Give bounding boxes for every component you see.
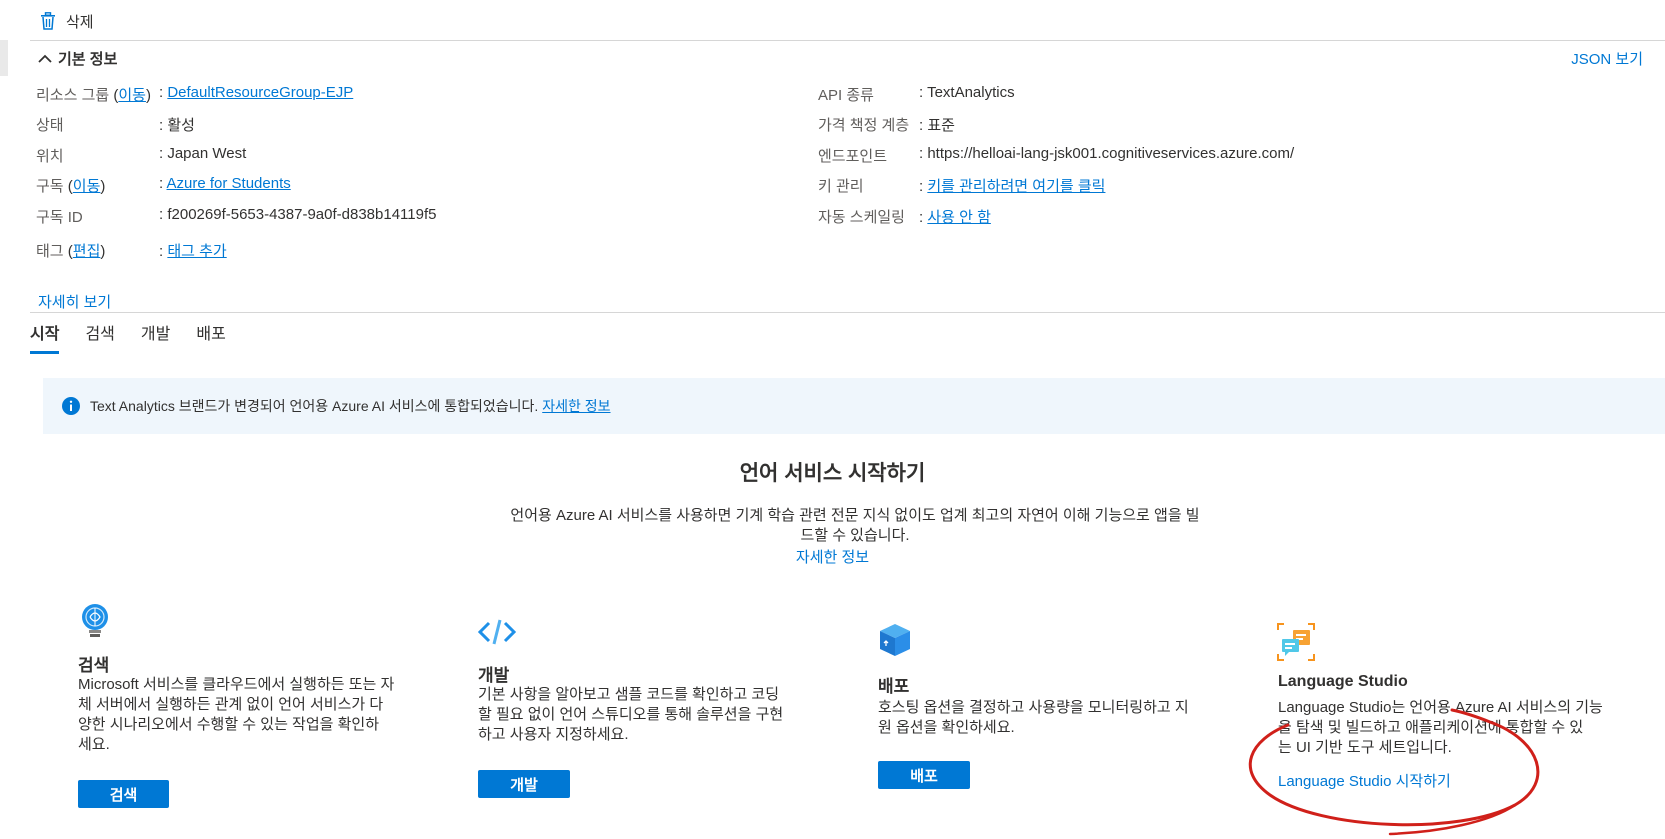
annotation-ellipse: [1240, 700, 1560, 839]
pricing-tier-label: 가격 책정 계층: [818, 117, 910, 134]
autoscale-link[interactable]: 사용 안 함: [927, 209, 991, 226]
subscription-move-link[interactable]: 이동: [73, 178, 101, 195]
left-scroll-strip: [0, 40, 8, 76]
card-deploy-title: 배포: [878, 677, 910, 696]
tab-develop[interactable]: 개발: [141, 320, 170, 354]
delete-button[interactable]: 삭제: [66, 11, 94, 32]
tags-label: 태그 (편집): [36, 243, 106, 260]
tab-get-started[interactable]: 시작: [30, 320, 60, 354]
deploy-box-icon: [878, 622, 912, 658]
subscription-value: : Azure for Students: [159, 175, 291, 192]
deploy-button[interactable]: 배포: [878, 761, 970, 789]
hero-description: 언어용 Azure AI 서비스를 사용하면 기계 학습 관련 전문 지식 없이…: [510, 507, 1200, 544]
resource-group-move-link[interactable]: 이동: [118, 87, 146, 104]
info-icon: [62, 397, 80, 415]
tab-deploy[interactable]: 배포: [196, 320, 225, 354]
autoscale-label: 자동 스케일링: [818, 209, 905, 226]
tags-edit-link[interactable]: 편집: [73, 243, 101, 260]
card-search-desc: Microsoft 서비스를 클라우드에서 실행하든 또는 자체 서버에서 실행…: [78, 676, 395, 753]
develop-button[interactable]: 개발: [478, 770, 570, 798]
card-develop-title: 개발: [478, 666, 510, 685]
resource-group-link[interactable]: DefaultResourceGroup-EJP: [167, 84, 353, 101]
language-studio-icon: [1277, 623, 1315, 661]
api-kind-label: API 종류: [818, 87, 874, 104]
manage-keys-link[interactable]: 키를 관리하려면 여기를 클릭: [927, 178, 1105, 195]
info-banner: Text Analytics 브랜드가 변경되어 언어용 Azure AI 서비…: [43, 378, 1665, 434]
tags-value: : 태그 추가: [159, 243, 227, 260]
essentials-divider: [30, 312, 1665, 313]
essentials-title: 기본 정보: [58, 51, 118, 68]
card-deploy-desc: 호스팅 옵션을 결정하고 사용량을 모니터링하고 지원 옵션을 확인하세요.: [878, 699, 1189, 736]
trash-icon[interactable]: [40, 12, 56, 30]
add-tag-link[interactable]: 태그 추가: [167, 243, 226, 260]
lightbulb-brain-icon: [80, 603, 110, 639]
tab-bar: 시작 검색 개발 배포: [30, 320, 226, 354]
hero-title: 언어 서비스 시작하기: [739, 462, 926, 485]
status-label: 상태: [36, 117, 64, 134]
card-search-title: 검색: [78, 656, 110, 675]
subscription-label: 구독 (이동): [36, 178, 106, 195]
key-mgmt-value: : 키를 관리하려면 여기를 클릭: [919, 178, 1106, 195]
tab-search[interactable]: 검색: [85, 320, 114, 354]
card-develop-desc: 기본 사항을 알아보고 샘플 코드를 확인하고 코딩 할 필요 없이 언어 스튜디…: [478, 686, 784, 743]
search-button[interactable]: 검색: [78, 780, 169, 808]
subscription-id-label: 구독 ID: [36, 209, 83, 226]
pricing-tier-value: : 표준: [919, 117, 955, 134]
hero-learn-more-link: 자세한 정보: [0, 546, 1665, 567]
autoscale-value: : 사용 안 함: [919, 209, 991, 226]
location-label: 위치: [36, 148, 64, 165]
api-kind-value: : TextAnalytics: [919, 84, 1015, 101]
endpoint-label: 엔드포인트: [818, 148, 888, 165]
code-icon: [478, 618, 516, 646]
subscription-link[interactable]: Azure for Students: [167, 175, 291, 192]
resource-group-value: : DefaultResourceGroup-EJP: [159, 84, 354, 101]
status-value: : 활성: [159, 117, 195, 134]
endpoint-value[interactable]: : https://helloai-lang-jsk001.cognitives…: [919, 145, 1294, 162]
location-value: : Japan West: [159, 145, 247, 162]
banner-message: Text Analytics 브랜드가 변경되어 언어용 Azure AI 서비…: [90, 398, 611, 414]
toolbar-divider: [30, 40, 1665, 41]
json-view-link[interactable]: JSON 보기: [1571, 48, 1643, 69]
banner-learn-more-link[interactable]: 자세한 정보: [542, 398, 610, 414]
toolbar: 삭제: [40, 8, 94, 34]
subscription-id-value: : f200269f-5653-4387-9a0f-d838b14119f5: [159, 206, 437, 223]
see-more-link[interactable]: 자세히 보기: [38, 291, 111, 312]
hero-learn-more-text[interactable]: 자세한 정보: [796, 549, 869, 566]
resource-group-label: 리소스 그룹 (이동): [36, 87, 151, 104]
essentials-toggle[interactable]: 기본 정보: [38, 48, 117, 69]
chevron-up-icon: [38, 54, 52, 64]
card-language-studio-title: Language Studio: [1278, 673, 1408, 690]
key-mgmt-label: 키 관리: [818, 178, 864, 195]
